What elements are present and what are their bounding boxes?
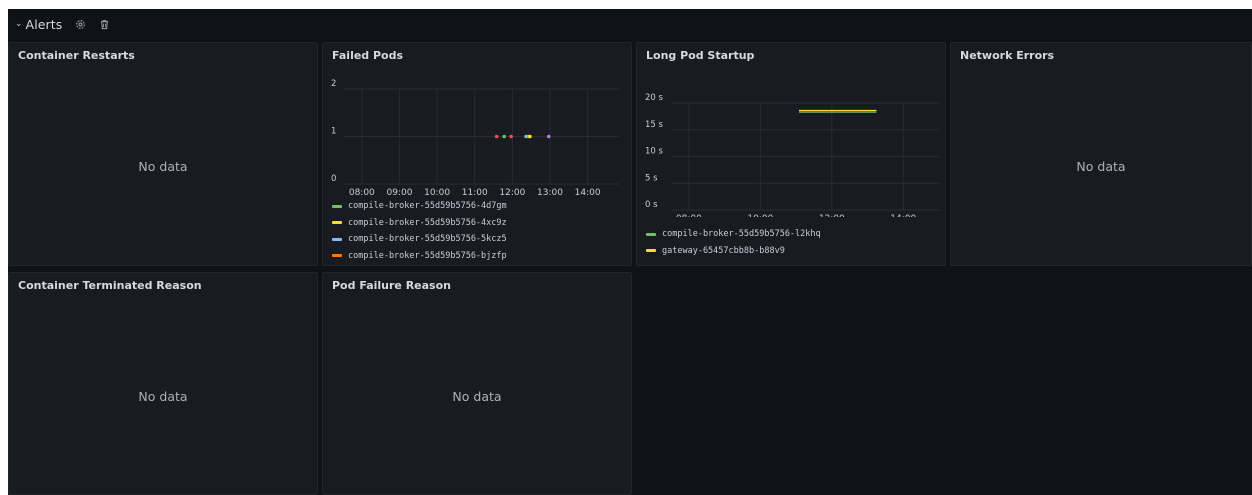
- panel-pod-failure-reason[interactable]: Pod Failure Reason No data: [322, 272, 632, 495]
- failed-pods-legend: compile-broker-55d59b5756-4d7gm compile-b…: [332, 198, 507, 264]
- panel-title: Container Restarts: [18, 49, 135, 62]
- trash-icon[interactable]: [99, 19, 110, 30]
- panel-title: Container Terminated Reason: [18, 279, 202, 292]
- panel-title: Pod Failure Reason: [332, 279, 451, 292]
- failed-pods-y-tick-label: 2: [331, 79, 336, 89]
- failed-pods-data-point: [528, 134, 532, 139]
- failed-pods-y-tick-label: 1: [331, 127, 336, 137]
- legend-label: compile-broker-55d59b5756-5kcz5: [348, 234, 507, 245]
- long-pod-startup-y-tick-label: 0 s: [645, 200, 658, 210]
- long-pod-startup-legend-item[interactable]: compile-broker-55d59b5756-l2khq: [646, 226, 821, 243]
- failed-pods-y-tick-label: 0: [331, 174, 336, 184]
- failed-pods-data-point: [502, 134, 507, 139]
- failed-pods-x-tick-label: 12:00: [499, 188, 525, 197]
- panel-title: Failed Pods: [332, 49, 404, 62]
- panel-container-terminated-reason[interactable]: Container Terminated Reason No data: [8, 272, 318, 495]
- gear-icon[interactable]: [75, 19, 86, 30]
- failed-pods-data-point: [509, 134, 513, 139]
- no-data-message: No data: [138, 159, 188, 174]
- failed-pods-legend-item[interactable]: compile-broker-55d59b5756-4d7gm: [332, 198, 507, 215]
- long-pod-startup-y-tick-label: 5 s: [645, 173, 658, 183]
- long-pod-startup-y-tick-label: 20 s: [645, 93, 664, 103]
- row-collapse-toggle[interactable]: ⌄ Alerts: [15, 17, 62, 32]
- legend-color-swatch: [332, 221, 342, 225]
- panel-failed-pods[interactable]: Failed Pods 08:00 09:00 10:00 11:00 12:00 13:…: [322, 42, 632, 266]
- no-data-message: No data: [138, 389, 188, 404]
- long-pod-startup-x-tick-label: 14:00: [890, 214, 916, 217]
- legend-label: compile-broker-55d59b5756-l2khq: [662, 229, 821, 240]
- legend-color-swatch: [332, 204, 342, 208]
- failed-pods-legend-item[interactable]: compile-broker-55d59b5756-5kcz5: [332, 231, 507, 248]
- long-pod-startup-legend: compile-broker-55d59b5756-l2khq gateway-6…: [646, 226, 821, 259]
- chevron-down-icon: ⌄: [15, 19, 23, 29]
- long-pod-startup-y-tick-label: 15 s: [645, 120, 664, 130]
- long-pod-startup-x-tick-label: 08:00: [676, 214, 702, 217]
- long-pod-startup-x-tick-label: 12:00: [819, 214, 845, 217]
- legend-color-swatch: [646, 249, 656, 253]
- no-data-message: No data: [452, 389, 502, 404]
- long-pod-startup-chart: 08:00 10:00 12:00 14:00 0 s 5 s 10 s 15 s 20 s: [645, 93, 939, 217]
- failed-pods-data-point: [546, 134, 551, 139]
- legend-label: gateway-65457cbb8b-b88v9: [662, 245, 785, 256]
- failed-pods-legend-item[interactable]: compile-broker-55d59b5756-4xc9z: [332, 215, 507, 232]
- panel-title: Network Errors: [960, 49, 1055, 62]
- failed-pods-x-tick-label: 10:00: [424, 188, 450, 197]
- app: ⌄ Alerts Container Restarts No data Fail…: [0, 0, 1252, 495]
- panel-container-restarts[interactable]: Container Restarts No data: [8, 42, 318, 266]
- panel-long-pod-startup[interactable]: Long Pod Startup 08:00 10:00 12:00 14:00 0 s…: [636, 42, 946, 266]
- legend-color-swatch: [332, 254, 342, 258]
- failed-pods-x-tick-label: 08:00: [349, 188, 375, 197]
- failed-pods-data-point: [494, 134, 499, 139]
- long-pod-startup-legend-item[interactable]: gateway-65457cbb8b-b88v9: [646, 243, 821, 260]
- no-data-message: No data: [1076, 159, 1126, 174]
- legend-color-swatch: [332, 237, 342, 241]
- dashboard: ⌄ Alerts Container Restarts No data Fail…: [8, 9, 1252, 495]
- row-header: ⌄ Alerts: [8, 9, 1252, 39]
- long-pod-startup-x-tick-label: 10:00: [747, 214, 773, 217]
- failed-pods-x-tick-label: 11:00: [462, 188, 488, 197]
- failed-pods-chart: 08:00 09:00 10:00 11:00 12:00 13:00 14:00 0 1 2: [331, 79, 619, 197]
- failed-pods-x-tick-label: 13:00: [537, 188, 563, 197]
- panel-network-errors[interactable]: Network Errors No data: [950, 42, 1252, 266]
- legend-label: compile-broker-55d59b5756-4d7gm: [348, 201, 507, 212]
- failed-pods-x-tick-label: 09:00: [386, 188, 412, 197]
- legend-label: compile-broker-55d59b5756-bjzfp: [348, 250, 507, 261]
- failed-pods-legend-item[interactable]: compile-broker-55d59b5756-bjzfp: [332, 248, 507, 265]
- panel-title: Long Pod Startup: [646, 49, 755, 62]
- legend-color-swatch: [646, 232, 656, 236]
- legend-label: compile-broker-55d59b5756-4xc9z: [348, 217, 507, 228]
- long-pod-startup-y-tick-label: 10 s: [645, 147, 664, 157]
- row-title: Alerts: [25, 16, 63, 32]
- failed-pods-x-tick-label: 14:00: [575, 188, 601, 197]
